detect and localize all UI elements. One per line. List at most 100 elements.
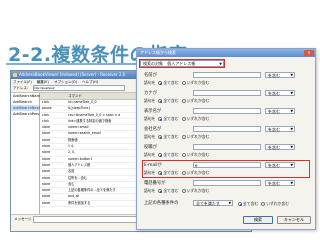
field-mode-select[interactable]: を含む ▼ xyxy=(265,180,295,186)
radio-all[interactable] xyxy=(158,117,163,121)
cancel-button[interactable]: キャンセル xyxy=(277,216,311,224)
table-cell: store xyxy=(42,144,51,149)
dialog-title: アドレス帳から検索 xyxy=(140,50,176,55)
menu-file[interactable]: ファイル(F) xyxy=(13,80,32,84)
field-input[interactable] xyxy=(193,90,261,96)
table-cell: store xyxy=(42,175,51,180)
table-cell: store xyxy=(42,200,51,205)
radio-all-label: 全て含む xyxy=(163,98,179,103)
table-cell: store xyxy=(42,137,51,142)
table-cell: click xyxy=(42,118,50,123)
field-label: 役職が xyxy=(144,145,157,150)
field-mode-select[interactable]: を含む ▼ xyxy=(265,72,295,78)
radio-prefix: 語句を xyxy=(144,152,156,157)
field-mode-value: を含む xyxy=(268,145,280,150)
table-cell: store xyxy=(42,131,51,136)
field-mode-value: を含む xyxy=(268,109,280,114)
footer-mode-value: 全てを満たす xyxy=(196,201,220,206)
match-radio-group: 語句を 全て含む いずれか含む xyxy=(144,134,209,140)
match-radio-group: 語句を 全て含む いずれか含む xyxy=(144,152,209,158)
app-title: AddressBookViewer [Indexed] (Server) - R… xyxy=(19,72,126,77)
radio-all[interactable] xyxy=(158,189,163,193)
chevron-down-icon: ▼ xyxy=(290,145,293,149)
field-input[interactable] xyxy=(193,126,261,132)
menu-help[interactable]: ヘルプ(H) xyxy=(82,80,98,84)
dialog-titlebar: アドレス帳から検索 × xyxy=(137,49,315,57)
radio-any[interactable] xyxy=(181,153,186,157)
field-input[interactable] xyxy=(193,144,261,150)
menu-options[interactable]: オプション(O) xyxy=(54,80,77,84)
table-cell: store xyxy=(42,169,51,174)
field-input[interactable] xyxy=(193,180,261,186)
radio-all-label: 全て含む xyxy=(163,80,179,85)
radio-all-label: 全て含む xyxy=(163,188,179,193)
radio-all[interactable] xyxy=(238,202,242,206)
field-mode-value: を含む xyxy=(268,91,280,96)
field-mode-value: を含む xyxy=(268,181,280,186)
radio-prefix: 語句を xyxy=(144,98,156,103)
table-cell: click xyxy=(42,112,50,117)
table-cell: store xyxy=(42,150,51,155)
radio-prefix: 語句を xyxy=(144,134,156,139)
match-radio-group: 語句を 全て含む いずれか含む xyxy=(144,116,209,122)
radio-all-label: 全て含む xyxy=(243,201,259,206)
field-input[interactable] xyxy=(193,72,261,78)
field-label: 名前が xyxy=(144,73,157,78)
radio-any-label: いずれか含む xyxy=(186,188,210,193)
table-cell: store xyxy=(42,156,51,161)
radio-any[interactable] xyxy=(181,135,186,139)
radio-any[interactable] xyxy=(181,189,186,193)
radio-any-label: いずれか含む xyxy=(186,152,210,157)
table-cell: click xyxy=(42,100,50,104)
radio-any[interactable] xyxy=(181,117,186,121)
highlight-target xyxy=(139,59,225,68)
field-mode-select[interactable]: を含む ▼ xyxy=(265,90,295,96)
radio-any[interactable] xyxy=(261,202,266,206)
table-cell: store xyxy=(42,194,51,199)
search-dialog: アドレス帳から検索 × 検索の対象 個人アドレス帳 ▼ 名前が を含む ▼ 語句を 全て… xyxy=(136,48,316,230)
radio-prefix: 語句を xyxy=(144,80,156,85)
menu-edit[interactable]: 編集(E) xyxy=(37,80,49,84)
test-list-item[interactable]: AddSearchPrev xyxy=(11,111,39,117)
radio-any-label: いずれか含む xyxy=(266,201,289,206)
field-label: 電話番号が xyxy=(144,181,166,186)
table-cell: store xyxy=(42,125,51,130)
field-mode-value: を含む xyxy=(268,127,280,132)
chevron-down-icon: ▼ xyxy=(290,91,293,95)
field-mode-select[interactable]: を含む ▼ xyxy=(265,126,295,132)
test-list: AddSearchName AddSearch AddSearchNext Ad… xyxy=(11,93,42,215)
chevron-down-icon: ▼ xyxy=(290,109,293,113)
search-button[interactable]: 検索 xyxy=(243,216,273,224)
status-label: メッセージ xyxy=(14,217,32,221)
close-icon[interactable]: × xyxy=(304,50,314,56)
field-label: 表示名が xyxy=(144,109,162,114)
field-label: カナが xyxy=(144,91,157,96)
match-radio-group: 語句を 全て含む いずれか含む xyxy=(144,98,209,104)
match-radio-group: 語句を 全て含む いずれか含む xyxy=(144,80,209,86)
radio-all[interactable] xyxy=(158,81,163,85)
radio-any-label: いずれか含む xyxy=(186,134,210,139)
field-mode-select[interactable]: を含む ▼ xyxy=(265,144,295,150)
table-cell: store xyxy=(42,181,51,186)
radio-all[interactable] xyxy=(158,153,163,157)
app-icon xyxy=(13,73,17,77)
chevron-down-icon: ▼ xyxy=(290,181,293,185)
highlight-email-row xyxy=(142,160,310,178)
radio-all[interactable] xyxy=(158,99,163,103)
radio-any[interactable] xyxy=(181,81,186,85)
radio-any[interactable] xyxy=(181,99,186,103)
radio-all-label: 全て含む xyxy=(163,134,179,139)
chevron-down-icon: ▼ xyxy=(290,73,293,77)
radio-prefix: 語句を xyxy=(144,116,156,121)
field-mode-select[interactable]: を含む ▼ xyxy=(265,108,295,114)
field-input[interactable] xyxy=(193,108,261,114)
chevron-down-icon: ▼ xyxy=(228,201,231,205)
table-cell: store xyxy=(42,188,51,193)
table-cell: pause xyxy=(42,106,52,111)
field-mode-value: を含む xyxy=(268,73,280,78)
address-input[interactable] xyxy=(33,85,126,91)
chevron-down-icon: ▼ xyxy=(290,127,293,131)
radio-all[interactable] xyxy=(158,135,163,139)
match-radio-group: 語句を 全て含む いずれか含む xyxy=(144,188,209,194)
footer-mode-select[interactable]: 全てを満たす ▼ xyxy=(193,200,233,206)
